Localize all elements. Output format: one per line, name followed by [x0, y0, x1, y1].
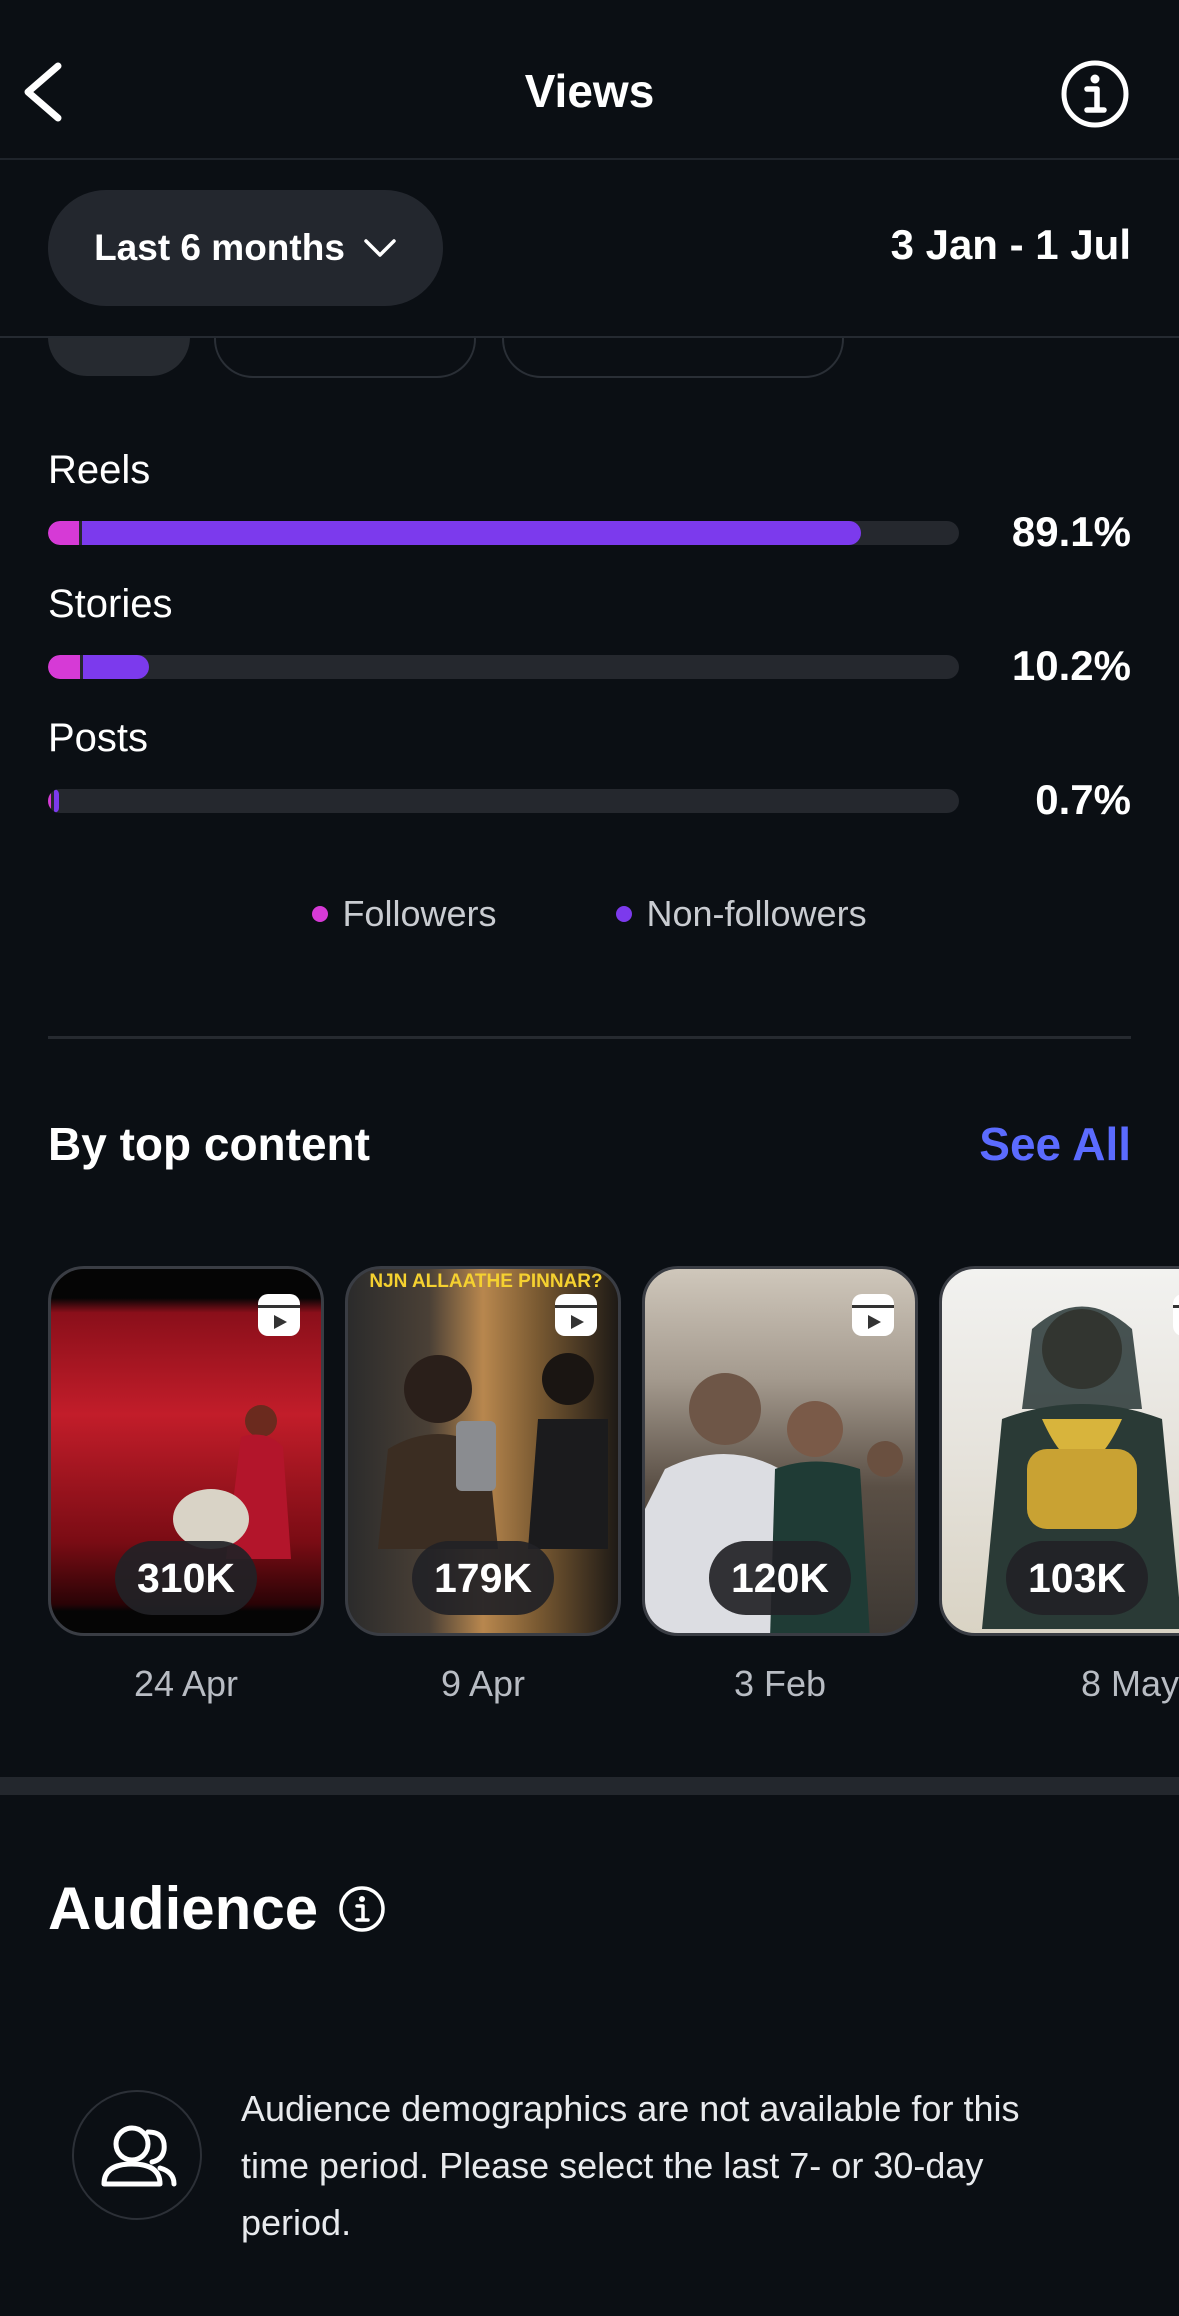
reel-icon [555, 1294, 597, 1336]
chevron-down-icon [364, 239, 396, 257]
bar-percent-stories: 10.2% [1011, 642, 1131, 689]
period-dropdown[interactable]: Last 6 months [48, 190, 443, 306]
section-title-top-content: By top content [48, 1118, 370, 1170]
legend-followers: Followers [312, 893, 496, 935]
page-title: Views [524, 65, 655, 117]
content-date: 3 Feb [733, 1663, 827, 1704]
people-icon [101, 2125, 177, 2187]
period-label: Last 6 months [94, 227, 345, 268]
view-count: 179K [411, 1541, 555, 1615]
nonfollowers-segment [54, 789, 59, 813]
followers-dot-icon [312, 906, 329, 922]
view-count: 103K [1005, 1541, 1149, 1615]
view-count: 310K [114, 1541, 258, 1615]
nonfollowers-dot-icon [616, 906, 633, 922]
content-date: 8 May [1080, 1663, 1179, 1704]
legend-nonfollowers: Non-followers [616, 893, 867, 935]
content-date: 9 Apr [440, 1663, 526, 1704]
nonfollowers-segment [82, 521, 861, 545]
reel-icon [1173, 1294, 1179, 1336]
thumbnail-caption: NJN ALLAATHE PINNAR? [369, 1271, 603, 1292]
section-title-audience: Audience [48, 1875, 319, 1942]
bar-label-reels: Reels [48, 448, 151, 492]
bar-stories [48, 655, 959, 679]
legend: Followers Non-followers [0, 893, 1179, 935]
date-range: 3 Jan - 1 Jul [890, 221, 1131, 268]
bar-reels [48, 521, 959, 545]
content-thumbnail[interactable]: NJN ALLAATHE PINNAR? 179K [345, 1266, 621, 1636]
content-date: 24 Apr [133, 1663, 239, 1704]
thumbnail-figure [378, 1353, 608, 1549]
content-thumbnail[interactable]: 310K [48, 1266, 324, 1636]
divider [48, 1036, 1131, 1039]
legend-label: Non-followers [646, 893, 867, 934]
followers-segment [48, 521, 79, 545]
info-icon[interactable] [1059, 58, 1131, 130]
bar-percent-posts: 0.7% [1035, 776, 1131, 823]
section-separator [0, 1777, 1179, 1795]
content-thumbnail[interactable]: 120K [642, 1266, 918, 1636]
bar-percent-reels: 89.1% [1011, 508, 1131, 555]
see-all-link[interactable]: See All [979, 1117, 1131, 1171]
bar-label-posts: Posts [48, 716, 149, 760]
followers-segment [48, 655, 80, 679]
legend-label: Followers [342, 893, 497, 934]
audience-icon-container [72, 2090, 202, 2220]
info-icon[interactable] [338, 1885, 386, 1933]
followers-segment [48, 789, 51, 813]
nonfollowers-segment [83, 655, 149, 679]
reel-icon [852, 1294, 894, 1336]
bar-label-stories: Stories [48, 582, 173, 626]
bar-posts [48, 789, 959, 813]
content-thumbnail[interactable]: 103K [939, 1266, 1179, 1636]
audience-unavailable-message: Audience demographics are not available … [241, 2088, 1020, 2243]
reel-icon [258, 1294, 300, 1336]
view-count: 120K [708, 1541, 852, 1615]
